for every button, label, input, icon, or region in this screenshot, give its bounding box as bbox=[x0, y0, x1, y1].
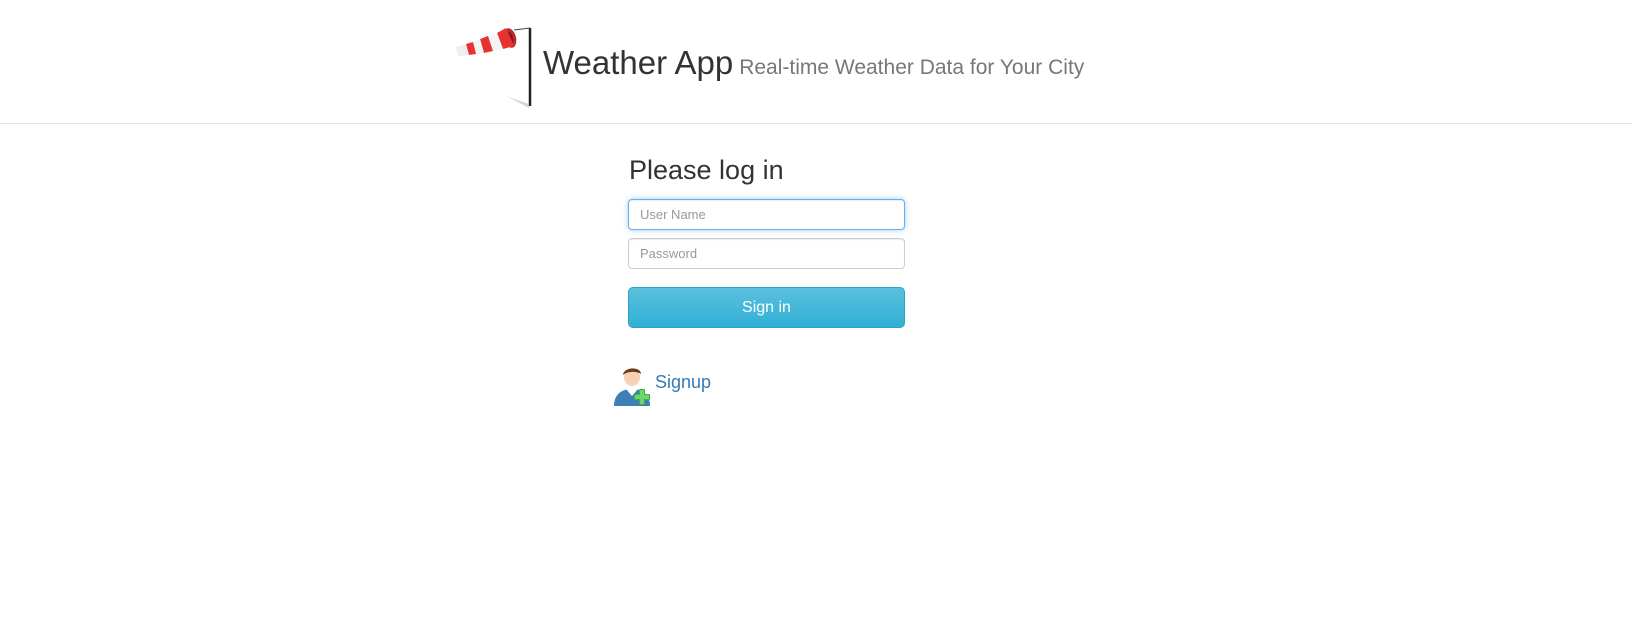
signup-link[interactable]: Signup bbox=[612, 362, 711, 408]
page-header: Weather App Real-time Weather Data for Yo… bbox=[0, 0, 1632, 124]
sign-in-button[interactable]: Sign in bbox=[628, 287, 905, 328]
password-input[interactable] bbox=[628, 238, 905, 269]
username-input[interactable] bbox=[628, 199, 905, 230]
add-user-icon bbox=[612, 362, 654, 408]
app-title: Weather App Real-time Weather Data for Yo… bbox=[543, 43, 1084, 88]
signup-label: Signup bbox=[655, 371, 712, 392]
app-name: Weather App bbox=[543, 44, 734, 81]
login-heading: Please log in bbox=[629, 155, 784, 185]
windsock-icon bbox=[452, 24, 534, 108]
app-subtitle: Real-time Weather Data for Your City bbox=[739, 56, 1085, 79]
